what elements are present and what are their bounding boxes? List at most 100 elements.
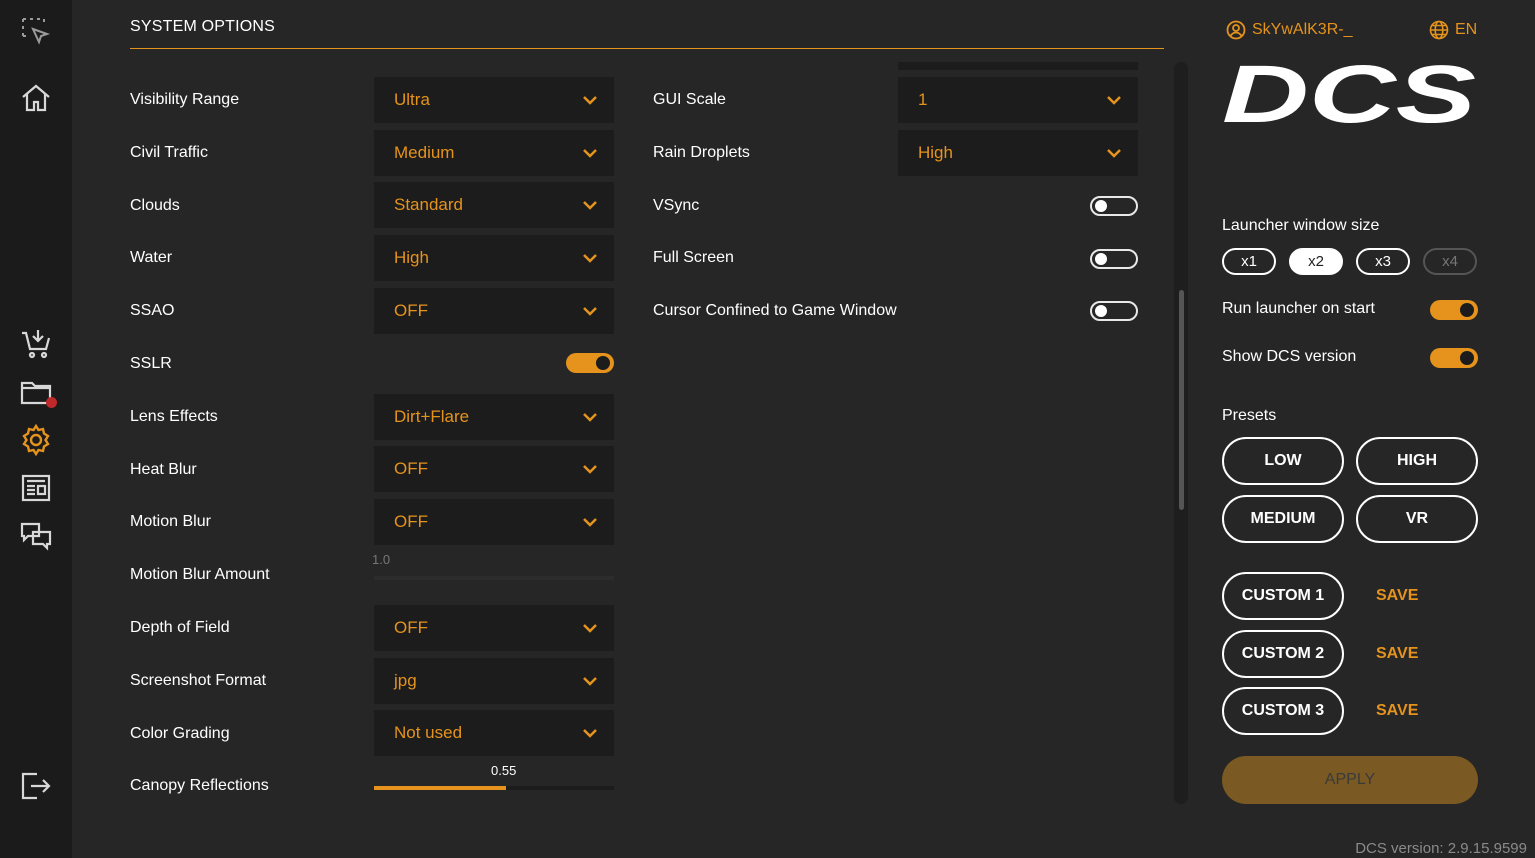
select-value: Medium — [394, 143, 455, 162]
select-value: High — [394, 248, 429, 267]
select-visibility-range[interactable]: Ultra — [374, 77, 614, 123]
toggle-show-version[interactable] — [1430, 348, 1478, 368]
label-motion-blur-amount: Motion Blur Amount — [130, 566, 270, 583]
toggle-run-on-start[interactable] — [1430, 300, 1478, 320]
canopy-reflections-value: 0.55 — [491, 763, 517, 778]
label-lens-effects: Lens Effects — [130, 408, 218, 425]
chevron-down-icon — [583, 149, 597, 158]
select-motion-blur[interactable]: OFF — [374, 499, 614, 545]
label-canopy-reflections: Canopy Reflections — [130, 777, 269, 794]
select-value: Dirt+Flare — [394, 407, 470, 426]
dcs-logo: DCS — [1222, 62, 1476, 126]
select-cursor-icon[interactable] — [16, 12, 56, 52]
logo-text: DCS — [1222, 62, 1476, 126]
select-lens-effects[interactable]: Dirt+Flare — [374, 394, 614, 440]
folder-icon[interactable] — [16, 372, 57, 412]
toggle-full-screen[interactable] — [1090, 249, 1138, 269]
presets-label: Presets — [1222, 407, 1277, 424]
select-heat-blur[interactable]: OFF — [374, 446, 614, 492]
select-rain-droplets[interactable]: High — [898, 130, 1138, 176]
save-custom1-button[interactable]: SAVE — [1376, 587, 1418, 605]
home-icon[interactable] — [16, 78, 56, 118]
chevron-down-icon — [583, 729, 597, 738]
toggle-knob — [1095, 200, 1107, 212]
slider-motion-blur-amount[interactable] — [374, 576, 614, 580]
label-rain-droplets: Rain Droplets — [653, 144, 750, 161]
label-heat-blur: Heat Blur — [130, 461, 197, 478]
label-ssao: SSAO — [130, 302, 175, 319]
select-clouds[interactable]: Standard — [374, 182, 614, 228]
preset-custom3-button[interactable]: CUSTOM 3 — [1222, 687, 1344, 735]
window-size-x4-button[interactable]: x4 — [1423, 248, 1477, 275]
window-size-x3-button[interactable]: x3 — [1356, 248, 1410, 275]
select-value: Not used — [394, 723, 463, 742]
motion-blur-amount-value: 1.0 — [372, 552, 391, 567]
label-water: Water — [130, 249, 173, 266]
user-account[interactable]: SkYwAlK3R-_ — [1226, 20, 1352, 40]
scrollbar-thumb[interactable] — [1179, 290, 1184, 510]
section-title: SYSTEM OPTIONS — [130, 18, 276, 35]
window-size-x1-button[interactable]: x1 — [1222, 248, 1276, 275]
label-motion-blur: Motion Blur — [130, 513, 211, 530]
toggle-knob — [1095, 253, 1107, 265]
select-value: OFF — [394, 618, 428, 637]
select-civil-traffic[interactable]: Medium — [374, 130, 614, 176]
label-screenshot-format: Screenshot Format — [130, 672, 267, 689]
label-depth-of-field: Depth of Field — [130, 619, 230, 636]
preset-low-button[interactable]: LOW — [1222, 437, 1344, 485]
left-sidebar — [0, 0, 72, 858]
select-value: Standard — [394, 195, 463, 214]
chevron-down-icon — [583, 465, 597, 474]
chevron-down-icon — [583, 518, 597, 527]
language-code: EN — [1455, 21, 1478, 38]
select-water[interactable]: High — [374, 235, 614, 281]
label-civil-traffic: Civil Traffic — [130, 144, 208, 161]
select-value: High — [918, 143, 953, 162]
preset-medium-button[interactable]: MEDIUM — [1222, 495, 1344, 543]
select-gui-scale[interactable]: 1 — [898, 77, 1138, 123]
toggle-vsync[interactable] — [1090, 196, 1138, 216]
select-partial-hidden — [898, 62, 1138, 70]
save-custom3-button[interactable]: SAVE — [1376, 702, 1418, 720]
label-clouds: Clouds — [130, 197, 180, 214]
toggle-knob — [1460, 351, 1474, 365]
chat-icon[interactable] — [16, 516, 56, 556]
toggle-sslr[interactable] — [566, 353, 614, 373]
chevron-down-icon — [583, 307, 597, 316]
preset-high-button[interactable]: HIGH — [1356, 437, 1478, 485]
chevron-down-icon — [1107, 96, 1121, 105]
logout-icon[interactable] — [16, 766, 56, 806]
select-value: OFF — [394, 512, 428, 531]
select-color-grading[interactable]: Not used — [374, 710, 614, 756]
label-vsync: VSync — [653, 197, 700, 214]
select-depth-of-field[interactable]: OFF — [374, 605, 614, 651]
label-full-screen: Full Screen — [653, 249, 734, 266]
select-ssao[interactable]: OFF — [374, 288, 614, 334]
chevron-down-icon — [583, 254, 597, 263]
globe-icon — [1429, 20, 1449, 40]
select-value: OFF — [394, 459, 428, 478]
save-custom2-button[interactable]: SAVE — [1376, 645, 1418, 663]
preset-custom2-button[interactable]: CUSTOM 2 — [1222, 630, 1344, 678]
language-selector[interactable]: EN — [1429, 20, 1477, 40]
dcs-version-text: DCS version: 2.9.15.9599 — [1355, 840, 1527, 857]
select-value: jpg — [394, 671, 417, 690]
scrollbar[interactable] — [1174, 62, 1188, 804]
toggle-cursor-confined[interactable] — [1090, 301, 1138, 321]
chevron-down-icon — [583, 413, 597, 422]
label-sslr: SSLR — [130, 355, 172, 372]
chevron-down-icon — [583, 96, 597, 105]
window-size-x2-button[interactable]: x2 — [1289, 248, 1343, 275]
slider-canopy-reflections[interactable] — [374, 786, 614, 790]
toggle-knob — [596, 356, 610, 370]
news-icon[interactable] — [16, 468, 56, 508]
preset-custom1-button[interactable]: CUSTOM 1 — [1222, 572, 1344, 620]
username: SkYwAlK3R-_ — [1252, 21, 1353, 38]
apply-button[interactable]: APPLY — [1222, 756, 1478, 804]
label-visibility-range: Visibility Range — [130, 91, 240, 108]
preset-vr-button[interactable]: VR — [1356, 495, 1478, 543]
section-divider — [130, 48, 1164, 49]
select-screenshot-format[interactable]: jpg — [374, 658, 614, 704]
gear-icon[interactable] — [16, 420, 56, 460]
cart-download-icon[interactable] — [16, 324, 56, 364]
